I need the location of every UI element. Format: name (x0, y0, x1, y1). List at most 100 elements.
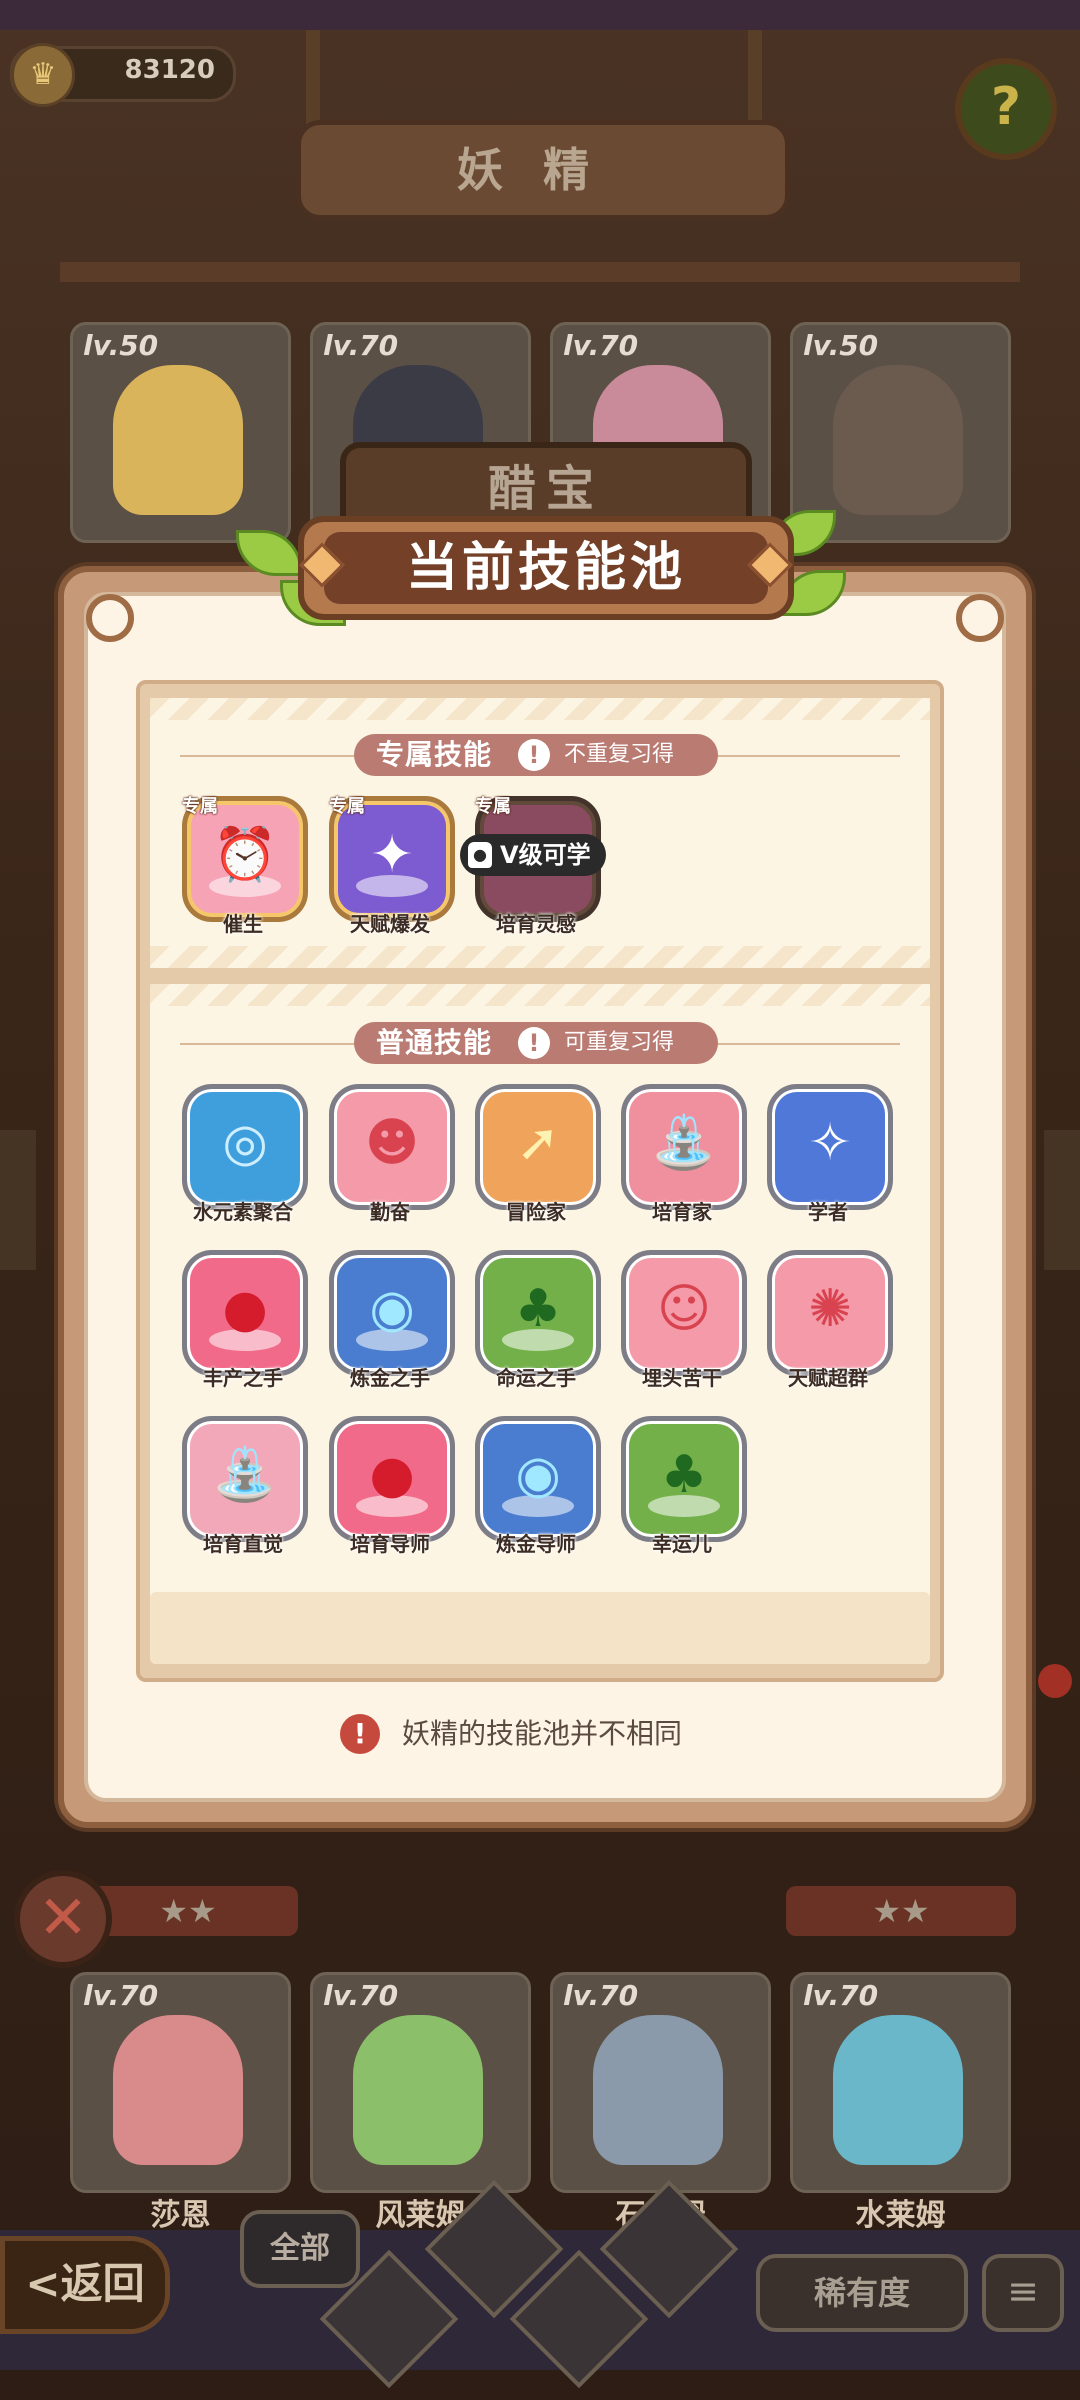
alchemy-pot-icon: ◉ (475, 1416, 601, 1542)
skill-name: 培育灵感 (496, 912, 576, 936)
fairy-card[interactable]: lv.70 石莱姆 (550, 1972, 771, 2233)
skill-common[interactable]: ☺ 埋头苦干 (617, 1250, 747, 1390)
card-name: 水莱姆 (855, 2198, 946, 2233)
skill-name: 天赋超群 (788, 1366, 868, 1390)
empty-row (150, 1592, 930, 1664)
back-button[interactable]: <返回 (0, 2236, 170, 2334)
prev-arrow[interactable] (0, 1130, 36, 1270)
watering-can-icon: ⛲ (182, 1416, 308, 1542)
fairy-card[interactable]: lv.70 莎恩 (70, 1972, 291, 2233)
stars: ★★ (872, 1892, 930, 1930)
card-level: lv.70 (323, 1979, 399, 2012)
skill-common[interactable]: ➚ 冒险家 (471, 1084, 601, 1224)
fairy-card[interactable]: lv.70 风莱姆 (310, 1972, 531, 2233)
skill-common[interactable]: ⛲ 培育家 (617, 1084, 747, 1224)
corner-ornament (956, 594, 1004, 642)
tomato-icon: ● (182, 1250, 308, 1376)
filter-all-button[interactable]: 全部 (240, 2210, 360, 2288)
fairy-portrait (833, 365, 963, 515)
skill-glyph: ♣ (514, 1279, 562, 1339)
fairy-card[interactable]: lv.70 水莱姆 (790, 1972, 1011, 2233)
ladybug-icon (1038, 1664, 1072, 1698)
card-level: lv.70 (803, 1979, 879, 2012)
lock-icon: ● (468, 842, 492, 868)
fairy-portrait (113, 2015, 243, 2165)
genius-face-icon: ✺ (767, 1250, 893, 1376)
skill-name: 培育直觉 (203, 1532, 283, 1556)
skill-glyph: ⛲ (651, 1113, 717, 1173)
sort-order-button[interactable]: ≡ (982, 2254, 1064, 2332)
coin-counter: ♛ 83120 (10, 43, 236, 107)
skill-glyph: ◉ (515, 1445, 561, 1505)
skill-name: 炼金之手 (350, 1366, 430, 1390)
alchemy-pot-icon: ◉ (329, 1250, 455, 1376)
skill-name: 丰产之手 (203, 1366, 283, 1390)
exclusive-header: 专属技能 ! 不重复习得 (354, 734, 718, 776)
exclusive-tag: 专属 (329, 796, 365, 817)
card-level: lv.70 (83, 1979, 159, 2012)
exclusive-tag: 专属 (475, 796, 511, 817)
skill-common[interactable]: ✺ 天赋超群 (763, 1250, 893, 1390)
star-rating: ★★ (786, 1886, 1016, 1936)
zigzag-border (150, 946, 930, 968)
skill-common[interactable]: ♣ 命运之手 (471, 1250, 601, 1390)
skill-name: 冒险家 (506, 1200, 566, 1224)
skill-common[interactable]: ◉ 炼金之手 (325, 1250, 455, 1390)
coin-value: 83120 (124, 55, 215, 85)
fairy-card[interactable]: lv.50 (70, 322, 291, 543)
adventurer-icon: ➚ (475, 1084, 601, 1210)
next-arrow[interactable] (1044, 1130, 1080, 1270)
tomato-icon: ● (329, 1416, 455, 1542)
rope-right (748, 30, 762, 130)
help-button[interactable]: ? (955, 58, 1057, 160)
common-header: 普通技能 ! 可重复习得 (354, 1022, 718, 1064)
lock-text: V级可学 (500, 841, 591, 869)
skill-common[interactable]: ◎ 水元素聚合 (178, 1084, 308, 1224)
skill-tianfu-baofa[interactable]: ✦ 专属 天赋爆发 (325, 796, 455, 936)
skill-glyph: ✺ (808, 1279, 852, 1339)
vip-lock-badge: ● V级可学 (460, 834, 606, 876)
exclusive-tag: 专属 (182, 796, 218, 817)
common-note: 可重复习得 (564, 1030, 675, 1055)
skill-common[interactable]: ● 培育导师 (325, 1416, 455, 1556)
skill-common[interactable]: ◉ 炼金导师 (471, 1416, 601, 1556)
skill-name: 埋头苦干 (642, 1366, 722, 1390)
card-level: lv.70 (323, 329, 399, 362)
clover-icon: ♣ (621, 1416, 747, 1542)
footer-text: 妖精的技能池并不相同 (402, 1717, 683, 1750)
skill-cuisheng[interactable]: ⏰ 专属 催生 (178, 796, 308, 936)
watering-can-icon: ⛲ (621, 1084, 747, 1210)
skill-name: 学者 (808, 1200, 848, 1224)
exclusive-note: 不重复习得 (564, 742, 675, 767)
skill-common[interactable]: ● 丰产之手 (178, 1250, 308, 1390)
corner-ornament (86, 594, 134, 642)
fairy-portrait (833, 2015, 963, 2165)
skill-name: 命运之手 (496, 1366, 576, 1390)
top-strip (0, 0, 1080, 30)
dialog-title: 当前技能池 (405, 538, 686, 598)
warning-icon: ! (518, 739, 550, 771)
skill-common[interactable]: ♣ 幸运儿 (617, 1416, 747, 1556)
card-level: lv.50 (83, 329, 159, 362)
card-level: lv.50 (803, 329, 879, 362)
skill-name: 催生 (223, 912, 263, 936)
skill-glyph: ● (222, 1279, 268, 1339)
skill-common[interactable]: ✧ 学者 (763, 1084, 893, 1224)
warning-icon: ! (518, 1027, 550, 1059)
skill-glyph: ◉ (369, 1279, 415, 1339)
common-title: 普通技能 (376, 1026, 493, 1059)
skill-common[interactable]: ⛲ 培育直觉 (178, 1416, 308, 1556)
skill-glyph: ✦ (370, 825, 414, 885)
skill-glyph: ● (369, 1445, 415, 1505)
skill-common[interactable]: ☻ 勤奋 (325, 1084, 455, 1224)
zigzag-border (150, 984, 930, 1006)
skill-name: 培育导师 (350, 1532, 430, 1556)
skill-glyph: ♣ (660, 1445, 708, 1505)
close-button[interactable]: ✕ (14, 1870, 112, 1968)
rope-left (306, 30, 320, 130)
shelf-top (60, 262, 1020, 282)
hardworking-face-icon: ☺ (621, 1250, 747, 1376)
rarity-sort-button[interactable]: 稀有度 (756, 2254, 968, 2332)
card-level: lv.70 (563, 329, 639, 362)
skill-name: 幸运儿 (652, 1532, 712, 1556)
